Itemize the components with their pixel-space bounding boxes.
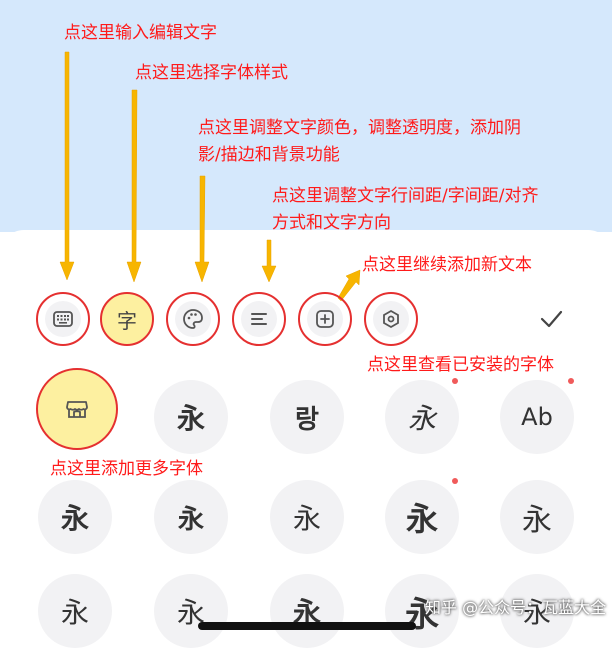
palette-icon [175, 301, 211, 337]
font-style-button[interactable]: 字 [100, 292, 154, 346]
align-button[interactable] [232, 292, 286, 346]
font-option[interactable]: 永 [385, 380, 459, 454]
font-option[interactable]: Ab [500, 380, 574, 454]
font-option[interactable]: 永 [154, 480, 228, 554]
store-icon [66, 401, 88, 418]
new-indicator-dot [568, 378, 574, 384]
confirm-button[interactable] [528, 296, 574, 342]
watermark: 知乎 @公众号：瓦蓝大全 [425, 598, 607, 617]
font-option[interactable]: 永 [154, 380, 228, 454]
keyboard-icon [45, 301, 81, 337]
palette-button[interactable] [166, 292, 220, 346]
keyboard-button[interactable] [36, 292, 90, 346]
font-option[interactable]: 永 [270, 480, 344, 554]
home-indicator[interactable] [198, 622, 416, 630]
font-option[interactable]: 永 [385, 480, 459, 554]
font-option[interactable]: 永 [38, 480, 112, 554]
annotation-add-text: 点这里继续添加新文本 [362, 255, 532, 275]
new-indicator-dot [452, 378, 458, 384]
font-style-glyph: 字 [117, 308, 137, 333]
font-option[interactable]: 랑 [270, 380, 344, 454]
new-indicator-dot [452, 478, 458, 484]
annotation-color-line2: 影/描边和背景功能 [198, 145, 340, 165]
annotation-spacing-line2: 方式和文字方向 [272, 213, 391, 233]
annotation-font-style: 点这里选择字体样式 [135, 63, 288, 83]
add-icon [307, 301, 343, 337]
font-style-icon: 字 [109, 301, 145, 337]
add-text-button[interactable] [298, 292, 352, 346]
font-option[interactable]: 永 [270, 574, 344, 648]
installed-fonts-button[interactable] [364, 292, 418, 346]
hexagon-icon [373, 301, 409, 337]
font-option[interactable]: 永 [38, 574, 112, 648]
annotation-color-line1: 点这里调整文字颜色，调整透明度，添加阴 [198, 118, 521, 138]
annotation-spacing-line1: 点这里调整文字行间距/字间距/对齐 [272, 186, 539, 206]
add-more-fonts-button[interactable] [36, 368, 118, 450]
annotation-edit-text: 点这里输入编辑文字 [64, 23, 217, 43]
annotation-installed-fonts: 点这里查看已安装的字体 [367, 355, 554, 375]
check-icon [540, 310, 563, 328]
align-icon [241, 301, 277, 337]
font-option[interactable]: 永 [154, 574, 228, 648]
font-option[interactable]: 永 [500, 480, 574, 554]
annotation-more-fonts: 点这里添加更多字体 [50, 459, 203, 479]
